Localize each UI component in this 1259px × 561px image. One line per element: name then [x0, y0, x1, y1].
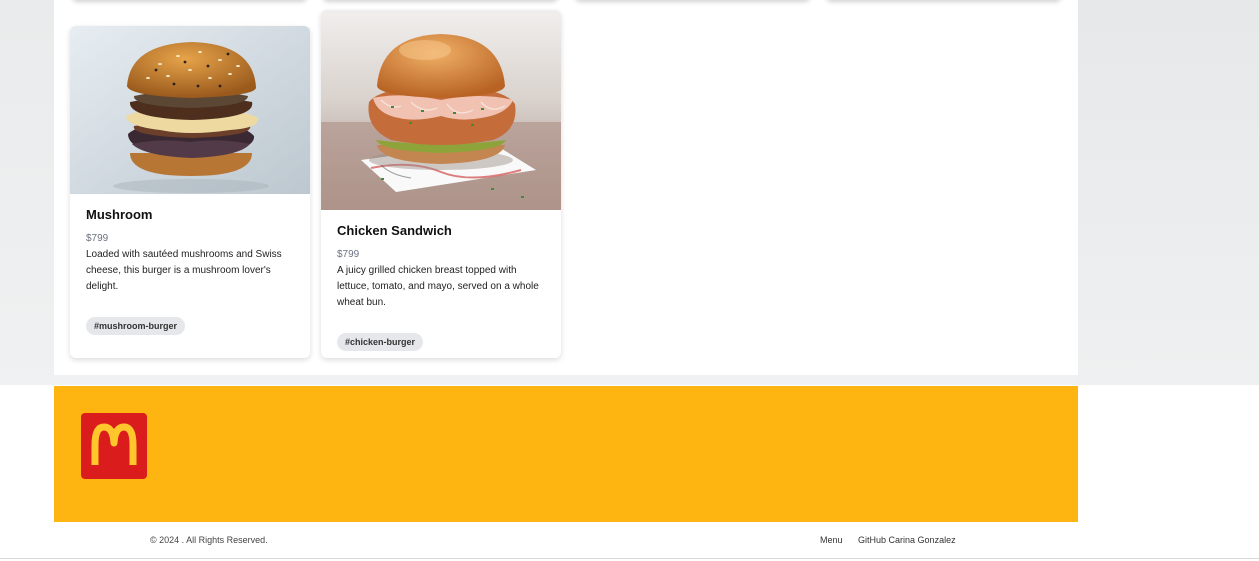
mcdonalds-logo-icon[interactable]: [81, 413, 147, 479]
copyright-text: © 2024 . All Rights Reserved.: [150, 535, 268, 545]
card-price: $799: [337, 249, 360, 260]
footer-links: Menu GitHub Carina Gonzalez: [820, 535, 969, 545]
mushroom-burger-image: [70, 26, 310, 194]
footer-link-menu[interactable]: Menu: [820, 535, 843, 545]
menu-card-mushroom[interactable]: Mushroom $799 Loaded with sautéed mushro…: [70, 26, 310, 358]
card-title: Chicken Sandwich: [337, 223, 452, 238]
card-title: Mushroom: [86, 207, 153, 222]
chicken-sandwich-image: [321, 10, 561, 210]
footer-link-github[interactable]: GitHub Carina Gonzalez: [858, 535, 956, 545]
footer-bottom-bar: © 2024 . All Rights Reserved. Menu GitHu…: [0, 522, 1259, 559]
footer-band: [54, 386, 1078, 522]
card-tag[interactable]: #mushroom-burger: [86, 317, 186, 335]
menu-grid-panel: Mushroom $799 Loaded with sautéed mushro…: [54, 0, 1078, 375]
card-description: A juicy grilled chicken breast topped wi…: [337, 265, 539, 308]
card-description: Loaded with sautéed mushrooms and Swiss …: [86, 249, 282, 292]
card-price: $799: [86, 233, 109, 244]
card-tag[interactable]: #chicken-burger: [337, 333, 424, 351]
menu-card-chicken-sandwich[interactable]: Chicken Sandwich $799 A juicy grilled ch…: [321, 10, 561, 358]
page-background-right: [1078, 0, 1259, 385]
